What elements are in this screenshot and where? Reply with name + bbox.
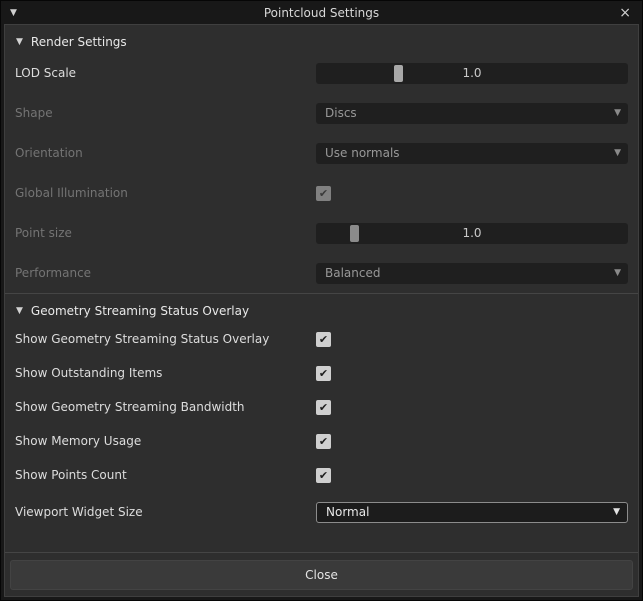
section-header-geometry-streaming[interactable]: ▼ Geometry Streaming Status Overlay <box>5 294 638 322</box>
global-illumination-control: ✔ <box>316 185 628 201</box>
check-icon: ✔ <box>318 468 329 482</box>
lod-scale-value: 1.0 <box>462 66 482 80</box>
collapse-triangle-icon[interactable]: ▼ <box>16 37 23 47</box>
show-overlay-label: Show Geometry Streaming Status Overlay <box>15 332 270 346</box>
viewport-widget-size-dropdown[interactable]: Normal ▼ <box>316 501 628 523</box>
orientation-dropdown-value: Use normals <box>325 146 400 160</box>
viewport-widget-size-dropdown-value: Normal <box>326 505 370 519</box>
pointcloud-settings-window: ▼ Pointcloud Settings × ▼ Render Setting… <box>0 0 643 601</box>
shape-dropdown-value: Discs <box>325 106 357 120</box>
section-header-render-settings[interactable]: ▼ Render Settings <box>5 25 638 53</box>
point-size-label: Point size <box>15 226 72 240</box>
viewport-widget-size-control: Normal ▼ <box>316 501 628 523</box>
lod-scale-slider[interactable]: 1.0 <box>316 62 628 84</box>
row-show-points-count: Show Points Count ✔ <box>5 458 638 492</box>
footer: Close <box>5 552 638 596</box>
settings-panel: ▼ Render Settings LOD Scale 1.0 Shape Di… <box>4 24 639 597</box>
show-bandwidth-label: Show Geometry Streaming Bandwidth <box>15 400 245 414</box>
show-memory-usage-label: Show Memory Usage <box>15 434 142 448</box>
shape-label: Shape <box>15 106 53 120</box>
show-outstanding-items-label: Show Outstanding Items <box>15 366 163 380</box>
chevron-down-icon: ▼ <box>614 108 621 118</box>
performance-dropdown-value: Balanced <box>325 266 381 280</box>
titlebar: ▼ Pointcloud Settings × <box>1 1 642 24</box>
row-show-outstanding-items: Show Outstanding Items ✔ <box>5 356 638 390</box>
show-points-count-checkbox[interactable]: ✔ <box>316 467 331 483</box>
row-show-bandwidth: Show Geometry Streaming Bandwidth ✔ <box>5 390 638 424</box>
global-illumination-label: Global Illumination <box>15 186 128 200</box>
close-button[interactable]: Close <box>10 559 633 590</box>
point-size-value: 1.0 <box>462 226 482 240</box>
shape-control: Discs ▼ <box>316 102 628 124</box>
row-viewport-widget-size: Viewport Widget Size Normal ▼ <box>5 492 638 532</box>
point-size-control: 1.0 <box>316 222 628 244</box>
row-shape: Shape Discs ▼ <box>5 93 638 133</box>
viewport-widget-size-label: Viewport Widget Size <box>15 505 143 519</box>
chevron-down-icon: ▼ <box>613 507 620 517</box>
lod-scale-control: 1.0 <box>316 62 628 84</box>
performance-label: Performance <box>15 266 92 280</box>
show-bandwidth-checkbox[interactable]: ✔ <box>316 399 331 415</box>
performance-control: Balanced ▼ <box>316 262 628 284</box>
show-outstanding-items-control: ✔ <box>316 365 628 381</box>
chevron-down-icon: ▼ <box>614 268 621 278</box>
point-size-slider[interactable]: 1.0 <box>316 222 628 244</box>
orientation-label: Orientation <box>15 146 83 160</box>
collapse-triangle-icon[interactable]: ▼ <box>16 306 23 316</box>
orientation-control: Use normals ▼ <box>316 142 628 164</box>
section-title: Render Settings <box>30 34 127 49</box>
window-title: Pointcloud Settings <box>263 5 380 20</box>
global-illumination-checkbox[interactable]: ✔ <box>316 185 331 201</box>
row-performance: Performance Balanced ▼ <box>5 253 638 293</box>
row-orientation: Orientation Use normals ▼ <box>5 133 638 173</box>
section-title: Geometry Streaming Status Overlay <box>30 303 250 318</box>
row-point-size: Point size 1.0 <box>5 213 638 253</box>
show-memory-usage-checkbox[interactable]: ✔ <box>316 433 331 449</box>
show-memory-usage-control: ✔ <box>316 433 628 449</box>
check-icon: ✔ <box>318 434 329 448</box>
shape-dropdown[interactable]: Discs ▼ <box>316 102 628 124</box>
window-close-icon[interactable]: × <box>617 6 633 20</box>
lod-scale-label: LOD Scale <box>15 66 77 80</box>
show-points-count-control: ✔ <box>316 467 628 483</box>
check-icon: ✔ <box>318 400 329 414</box>
row-global-illumination: Global Illumination ✔ <box>5 173 638 213</box>
show-bandwidth-control: ✔ <box>316 399 628 415</box>
chevron-down-icon: ▼ <box>614 148 621 158</box>
row-show-memory-usage: Show Memory Usage ✔ <box>5 424 638 458</box>
row-lod-scale: LOD Scale 1.0 <box>5 53 638 93</box>
orientation-dropdown[interactable]: Use normals ▼ <box>316 142 628 164</box>
show-overlay-checkbox[interactable]: ✔ <box>316 331 331 347</box>
show-outstanding-items-checkbox[interactable]: ✔ <box>316 365 331 381</box>
window-menu-triangle-icon[interactable]: ▼ <box>10 8 17 18</box>
performance-dropdown[interactable]: Balanced ▼ <box>316 262 628 284</box>
check-icon: ✔ <box>318 332 329 346</box>
show-overlay-control: ✔ <box>316 331 628 347</box>
check-icon: ✔ <box>318 366 329 380</box>
check-icon: ✔ <box>318 186 329 200</box>
row-show-overlay: Show Geometry Streaming Status Overlay ✔ <box>5 322 638 356</box>
show-points-count-label: Show Points Count <box>15 468 127 482</box>
